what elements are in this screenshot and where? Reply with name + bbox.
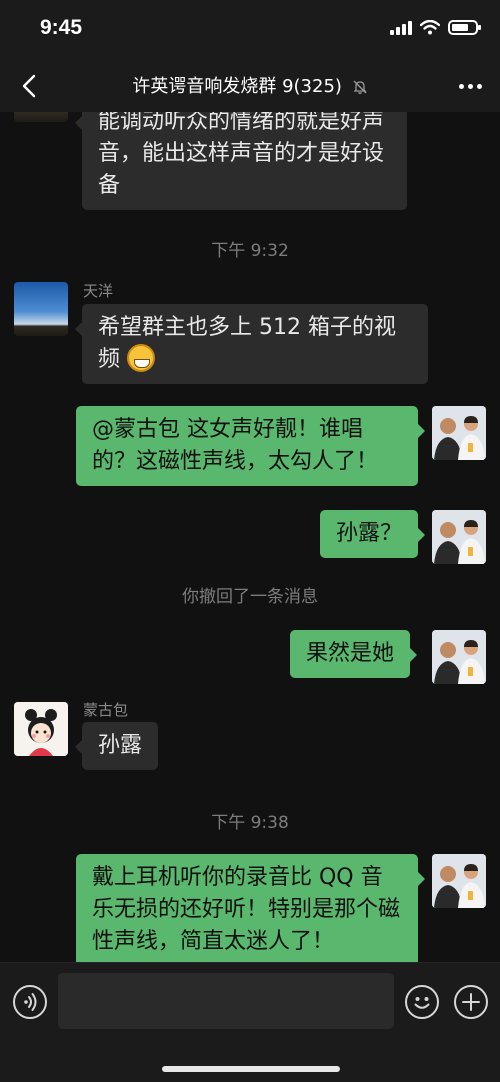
chat-title-text: 许英谔音响发烧群 9(325): [132, 76, 342, 97]
sender-name: 天洋: [83, 282, 114, 300]
system-notice: 你撤回了一条消息: [182, 587, 318, 607]
avatar[interactable]: [14, 112, 68, 122]
status-time: 9:45: [40, 16, 83, 39]
message-input[interactable]: [58, 973, 394, 1029]
message-text: 能调动听众的情绪的就是好声音，能出这样声音的才是好设备: [98, 112, 385, 198]
message-bubble[interactable]: 希望群主也多上 512 箱子的视频: [75, 304, 428, 384]
sender-name: 蒙古包: [83, 701, 129, 719]
message-bubble[interactable]: 果然是她: [290, 630, 418, 678]
time-separator: 下午 9:32: [211, 241, 289, 261]
ellipsis-icon: [459, 83, 464, 89]
status-bar: 9:45: [0, 0, 500, 60]
message-text: @蒙古包 这女声好靓！谁唱的？这磁性声线，太勾人了！: [92, 417, 379, 474]
avatar[interactable]: [14, 702, 68, 756]
chat-area[interactable]: 能调动听众的情绪的就是好声音，能出这样声音的才是好设备 下午 9:32 天洋 希…: [0, 112, 500, 962]
chat-title: 许英谔音响发烧群 9(325): [0, 72, 500, 98]
voice-button[interactable]: [13, 985, 47, 1019]
message-text: 孙露: [98, 733, 143, 758]
time-separator: 下午 9:38: [211, 813, 289, 833]
message-text: 孙露？: [336, 521, 403, 546]
message-bubble[interactable]: 孙露: [74, 722, 159, 770]
signal-icon: [390, 20, 412, 35]
avatar[interactable]: [432, 630, 486, 684]
message-text: 戴上耳机听你的录音比 QQ 音乐无损的还好听！特别是那个磁性声线，简直太迷人了！: [92, 865, 401, 954]
home-indicator[interactable]: [162, 1066, 340, 1072]
avatar[interactable]: [432, 406, 486, 460]
status-icons: [390, 20, 481, 35]
message-bubble[interactable]: 能调动听众的情绪的就是好声音，能出这样声音的才是好设备: [75, 112, 407, 210]
avatar[interactable]: [432, 854, 486, 908]
avatar[interactable]: [432, 510, 486, 564]
bell-off-icon: [353, 80, 367, 94]
message-bubble[interactable]: 戴上耳机听你的录音比 QQ 音乐无损的还好听！特别是那个磁性声线，简直太迷人了！: [76, 854, 425, 962]
plus-icon: [462, 993, 480, 1011]
avatar[interactable]: [14, 282, 68, 336]
message-text: 果然是她: [306, 641, 395, 666]
plus-button[interactable]: [454, 985, 488, 1019]
message-bubble[interactable]: 孙露？: [320, 510, 426, 558]
input-bar: [0, 962, 500, 1082]
wifi-icon: [420, 20, 440, 35]
grin-emoji-icon: [127, 344, 156, 372]
battery-icon: [448, 20, 481, 35]
message-bubble[interactable]: @蒙古包 这女声好靓！谁唱的？这磁性声线，太勾人了！: [76, 406, 425, 486]
smile-icon: [414, 997, 430, 1009]
voice-icon: [24, 993, 37, 1011]
nav-bar: 许英谔音响发烧群 9(325): [0, 60, 500, 112]
more-button[interactable]: [459, 74, 482, 98]
emoji-button[interactable]: [405, 985, 439, 1019]
